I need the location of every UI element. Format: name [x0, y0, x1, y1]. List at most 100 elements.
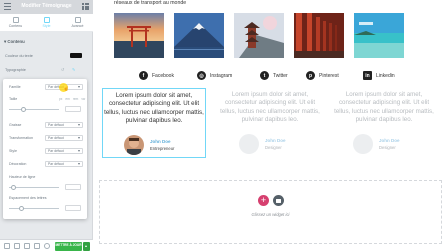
tab-content[interactable]: Contenu — [0, 14, 31, 31]
chevron-down-icon — [78, 124, 80, 126]
style-select[interactable]: Par défaut — [45, 148, 83, 154]
text-color-label: Couleur du texte — [5, 54, 33, 58]
transform-value: Par défaut — [48, 136, 64, 140]
navigator-icon[interactable] — [14, 243, 20, 249]
testimonial-role: Designer — [265, 145, 282, 150]
size-input[interactable] — [65, 106, 81, 112]
testimonial-card-1[interactable]: Lorem ipsum dolor sit amet, consectetur … — [102, 88, 206, 158]
panel-header: Modifier Témoignage — [0, 0, 93, 14]
folder-icon — [276, 198, 281, 203]
letter-spacing-slider-handle[interactable] — [19, 206, 24, 211]
settings-icon[interactable] — [4, 243, 10, 249]
unit-px[interactable]: px — [59, 97, 62, 101]
social-facebook[interactable]: f Facebook — [139, 71, 174, 80]
photo-red-gates-image — [294, 13, 344, 58]
letter-spacing-slider[interactable] — [9, 208, 59, 209]
empty-section-drop-zone[interactable]: + Glissez un widget ici — [99, 180, 442, 244]
size-slider-handle[interactable] — [21, 107, 26, 112]
social-instagram-label: Instagram — [210, 72, 233, 79]
social-pinterest-label: Pinterest — [319, 72, 339, 79]
editor-panel: Modifier Témoignage Contenu Style Avancé… — [0, 0, 93, 252]
cursor-pointer-icon: ☝ — [63, 86, 70, 92]
line-height-slider[interactable] — [9, 187, 59, 188]
tab-style[interactable]: Style — [31, 14, 62, 31]
testimonial-text: Lorem ipsum dolor sit amet, consectetur … — [104, 92, 204, 125]
responsive-icon[interactable] — [34, 243, 40, 249]
photo-lagoon[interactable] — [354, 13, 404, 58]
decoration-label: Décoration — [9, 162, 27, 166]
chevron-down-icon — [78, 150, 80, 152]
weight-label: Graisse — [9, 123, 22, 127]
testimonial-name: John Doe — [379, 138, 400, 143]
social-links: f Facebook ◎ Instagram t Twitter p Pinte… — [134, 71, 414, 83]
size-unit-selector[interactable]: px em rem vw — [59, 97, 85, 101]
page-canvas: réseaux de transport au monde f Facebook… — [94, 0, 448, 252]
photo-mount-fuji-image — [174, 13, 224, 58]
unit-em[interactable]: em — [65, 97, 69, 101]
instagram-icon: ◎ — [197, 71, 206, 80]
photo-torii-gate[interactable] — [114, 13, 164, 58]
decoration-value: Par défaut — [48, 162, 64, 166]
update-options-button[interactable] — [83, 242, 90, 251]
chevron-down-icon — [78, 86, 80, 88]
avatar — [124, 135, 144, 155]
typography-label: Typographie — [5, 68, 26, 72]
line-height-input[interactable] — [65, 184, 81, 190]
linkedin-icon: in — [363, 71, 372, 80]
transform-select[interactable]: Par défaut — [45, 135, 83, 141]
testimonial-card-2[interactable]: Lorem ipsum dolor sit amet, consectetur … — [218, 88, 322, 158]
tab-style-label: Style — [42, 24, 51, 28]
weight-select[interactable]: Par défaut — [45, 122, 83, 128]
section-heading: réseaux de transport au monde — [114, 0, 187, 6]
brush-icon — [43, 17, 50, 23]
unit-rem[interactable]: rem — [73, 97, 79, 101]
testimonial-name: John Doe — [265, 138, 286, 143]
photo-pagoda[interactable] — [234, 13, 284, 58]
avatar-placeholder-icon — [239, 134, 259, 154]
social-twitter[interactable]: t Twitter — [260, 71, 288, 80]
weight-value: Par défaut — [48, 123, 64, 127]
social-facebook-label: Facebook — [152, 72, 174, 79]
photo-mount-fuji[interactable] — [174, 13, 224, 58]
social-twitter-label: Twitter — [273, 72, 288, 79]
text-color-swatch[interactable] — [70, 53, 82, 58]
testimonial-role: Designer — [379, 145, 396, 150]
add-section-button[interactable]: + — [258, 195, 269, 206]
transform-label: Transformation — [9, 136, 34, 140]
size-label: Taille — [9, 97, 18, 101]
pencil-icon — [12, 17, 19, 23]
pinterest-icon: p — [306, 71, 315, 80]
edit-typography-icon[interactable]: ✎ — [72, 67, 75, 72]
testimonial-card-3[interactable]: Lorem ipsum dolor sit amet, consectetur … — [332, 88, 436, 158]
widgets-grid-icon[interactable] — [82, 3, 89, 10]
update-button[interactable]: METTRE À JOUR — [55, 242, 82, 251]
gear-icon — [74, 17, 81, 23]
social-instagram[interactable]: ◎ Instagram — [197, 71, 232, 80]
reset-icon[interactable]: ↺ — [61, 67, 64, 72]
social-linkedin-label: Linkedin — [376, 72, 395, 79]
line-height-slider-handle[interactable] — [11, 185, 16, 190]
social-pinterest[interactable]: p Pinterest — [306, 71, 339, 80]
preview-eye-icon[interactable] — [44, 243, 50, 249]
chevron-up-icon — [85, 245, 87, 247]
history-icon[interactable] — [24, 243, 30, 249]
unit-vw[interactable]: vw — [81, 97, 85, 101]
tab-advanced[interactable]: Avancé — [62, 14, 93, 31]
facebook-icon: f — [139, 71, 148, 80]
add-template-button[interactable] — [273, 195, 284, 206]
photo-torii-gate-image — [114, 13, 164, 58]
panel-title: Modifier Témoignage — [21, 3, 72, 9]
decoration-select[interactable]: Par défaut — [45, 161, 83, 167]
social-linkedin[interactable]: in Linkedin — [363, 71, 395, 80]
testimonial-name: John Doe — [150, 139, 171, 144]
family-label: Famille — [9, 85, 21, 89]
letter-spacing-input[interactable] — [65, 205, 81, 211]
section-toggle-content[interactable]: ▾ Contenu — [4, 39, 25, 45]
style-label: Style — [9, 149, 17, 153]
testimonial-text: Lorem ipsum dolor sit amet, consectetur … — [334, 91, 434, 124]
plus-icon: + — [260, 195, 267, 205]
photo-red-gates[interactable] — [294, 13, 344, 58]
drop-zone-label: Glissez un widget ici — [251, 212, 290, 217]
size-slider[interactable] — [9, 109, 59, 110]
testimonial-role: Entrepreneur — [150, 146, 175, 151]
